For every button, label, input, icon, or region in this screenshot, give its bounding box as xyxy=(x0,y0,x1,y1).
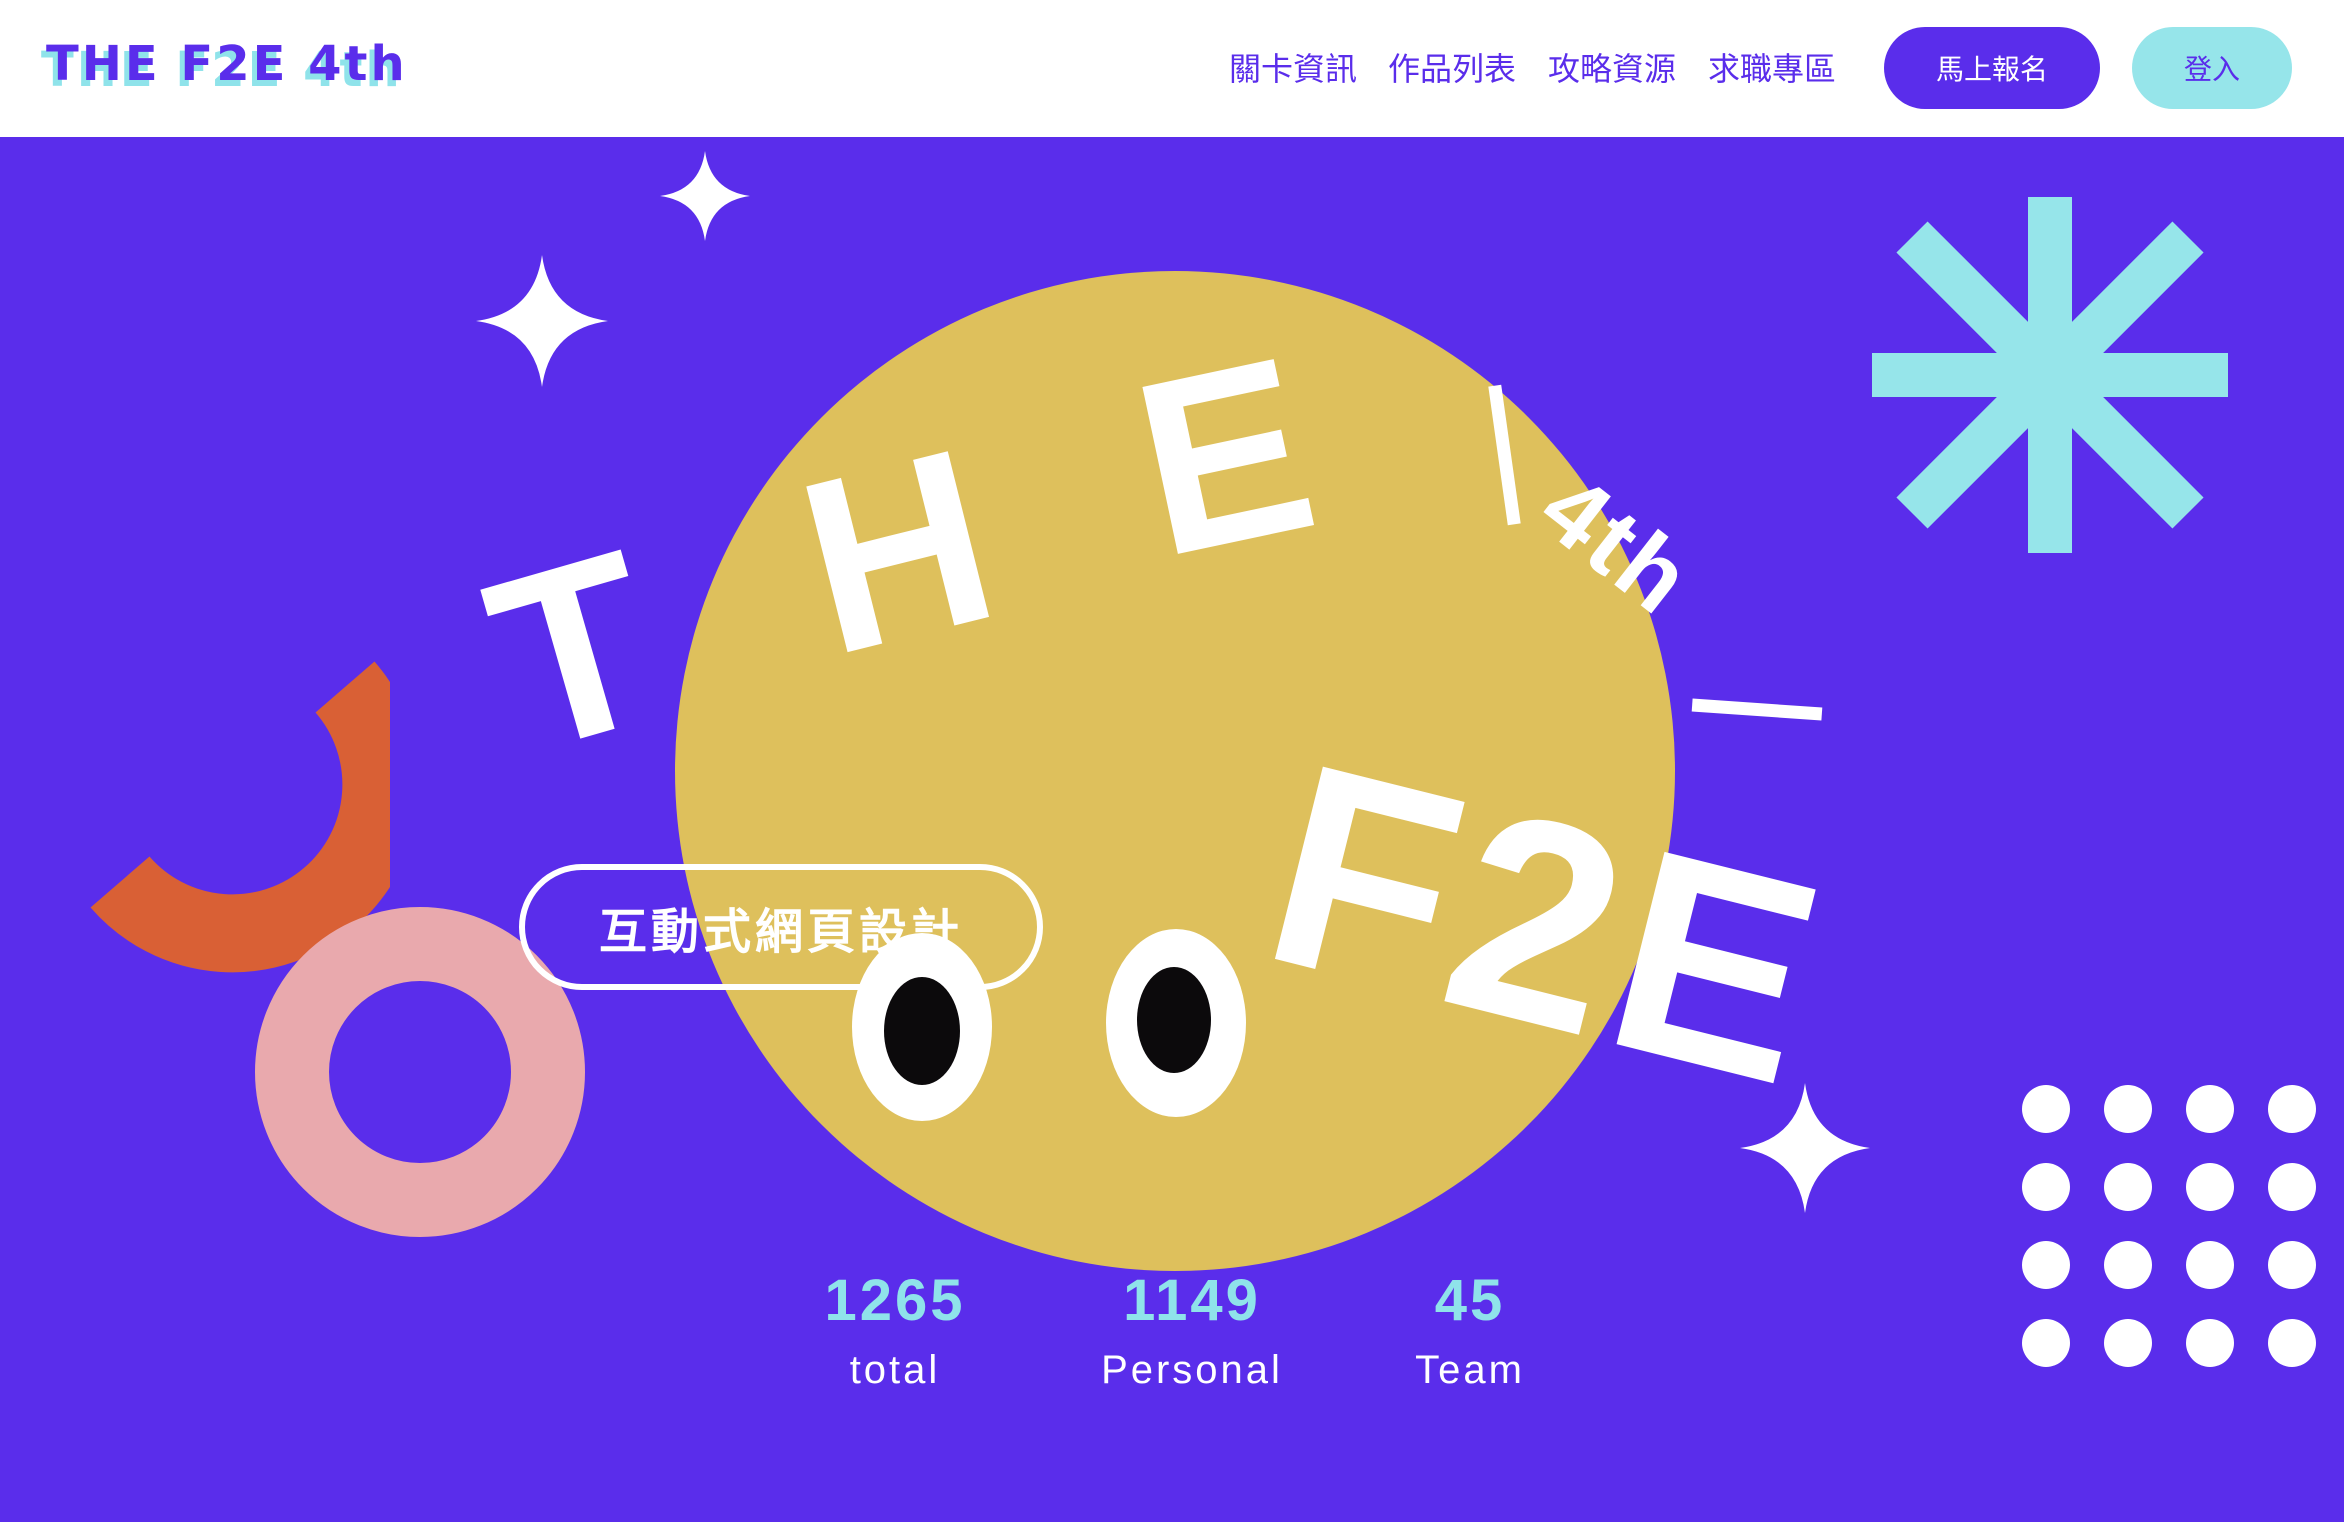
nav-item-works[interactable]: 作品列表 xyxy=(1388,44,1516,90)
hero-edition-slash-bottom xyxy=(1691,698,1823,721)
login-button[interactable]: 登入 xyxy=(2132,27,2292,109)
top-header: THE F2E 4th THE F2E 4th 關卡資訊 作品列表 攻略資源 求… xyxy=(0,0,2344,137)
stat-team-label: Team xyxy=(1415,1348,1525,1392)
asterisk-icon xyxy=(1872,197,2228,553)
nav-item-stages[interactable]: 關卡資訊 xyxy=(1229,44,1357,90)
sparkle-icon xyxy=(476,255,608,387)
nav-item-jobs[interactable]: 求職專區 xyxy=(1708,44,1836,90)
stat-team: 45 Team xyxy=(1340,1267,1600,1393)
eyes-icon xyxy=(852,929,1246,1121)
hero-letter-t: T xyxy=(462,496,685,806)
stat-team-value: 45 xyxy=(1434,1268,1506,1333)
hero-section: T H E 4th F2E 互動式網頁設計 1265 total 1149 Pe… xyxy=(0,137,2344,1522)
stat-total-value: 1265 xyxy=(824,1268,966,1333)
stat-total-label: total xyxy=(849,1348,941,1392)
nav-item-resources[interactable]: 攻略資源 xyxy=(1548,44,1676,90)
stat-personal-value: 1149 xyxy=(1123,1268,1261,1333)
logo-text: THE F2E 4th xyxy=(46,36,408,92)
dot-grid-icon xyxy=(2022,1085,2316,1367)
stat-total: 1265 total xyxy=(765,1267,1025,1393)
sparkle-icon xyxy=(660,151,750,241)
stat-personal-label: Personal xyxy=(1101,1348,1283,1392)
stat-personal: 1149 Personal xyxy=(1062,1267,1322,1393)
signup-button[interactable]: 馬上報名 xyxy=(1884,27,2100,109)
